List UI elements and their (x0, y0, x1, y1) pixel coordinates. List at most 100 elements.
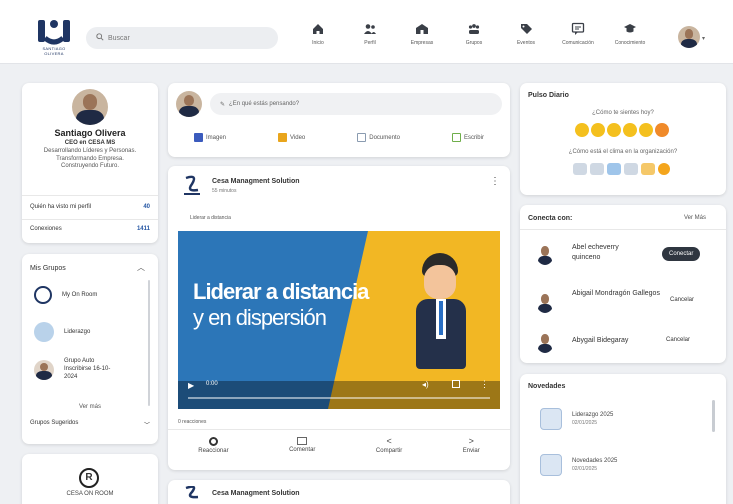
suggestion-avatar[interactable] (536, 243, 554, 265)
add-document-button[interactable]: Documento (357, 133, 400, 142)
logo-text: SANTIAGO OLIVERA (42, 46, 66, 56)
post-author[interactable]: Cesa Managment Solution (212, 178, 300, 185)
post-options-icon[interactable]: ⋮ (490, 176, 500, 187)
company-logo-icon[interactable] (182, 485, 202, 500)
video-player[interactable]: Liderar a distancia y en dispersión ▶ 0:… (178, 231, 500, 409)
profile-card: Santiago Olivera CEO en CESA MS Desarrol… (22, 83, 158, 243)
connections-label: Conexiones (30, 226, 62, 232)
video-progress-bar[interactable] (188, 397, 490, 399)
chevron-down-icon: ﹀ (143, 423, 150, 429)
cloud-icon[interactable] (607, 163, 621, 175)
suggestion-avatar[interactable] (536, 331, 554, 353)
share-icon: < (386, 436, 392, 446)
nav-inicio[interactable]: Inicio (292, 22, 344, 46)
smiling-face-icon[interactable] (639, 123, 653, 137)
connections-row[interactable]: Conexiones 1411 (22, 226, 158, 232)
see-more-groups-link[interactable]: Ver más (22, 404, 158, 410)
news-thumbnail (540, 408, 562, 430)
write-article-button[interactable]: Escribir (451, 133, 484, 142)
cesa-on-room-card[interactable]: R CESA ON ROOM (22, 454, 158, 504)
composer-input[interactable]: ✎ ¿En qué estás pensando? (210, 93, 502, 115)
group-item[interactable]: Liderazgo (34, 322, 90, 342)
post-time: 55 minutos (212, 188, 237, 194)
group-name: Grupo Auto Inscribirse 16-10-2024 (64, 358, 111, 380)
nav-perfil[interactable]: Perfil (344, 22, 396, 46)
suggestion-avatar[interactable] (536, 291, 554, 313)
suggestion-name[interactable]: Abygail Bidegaray (572, 337, 628, 344)
suggestion-name[interactable]: Abigail Mondragón Gallegos (572, 289, 668, 299)
company-logo-icon[interactable] (182, 174, 202, 196)
reactions-count[interactable]: 0 reacciones (178, 419, 206, 425)
divider (168, 429, 510, 430)
partly-sunny-icon[interactable] (641, 163, 655, 175)
add-video-button[interactable]: Video (278, 133, 305, 142)
nav-comunicacion[interactable]: Comunicación (552, 22, 604, 46)
comment-icon (297, 437, 308, 445)
scrollbar[interactable] (148, 280, 150, 406)
react-button[interactable]: Reaccionar (198, 437, 229, 454)
sun-icon[interactable] (658, 163, 670, 175)
comment-button[interactable]: Comentar (289, 437, 315, 454)
share-button[interactable]: < Compartir (376, 436, 402, 455)
profile-name[interactable]: Santiago Olivera (22, 128, 158, 138)
profile-views-count: 40 (143, 204, 150, 210)
scrollbar[interactable] (712, 400, 715, 432)
cancel-button[interactable]: Cancelar (666, 337, 690, 343)
send-icon: > (468, 436, 474, 446)
search-icon (96, 33, 104, 43)
news-item[interactable]: Liderazgo 2025 02/01/2025 (540, 408, 613, 430)
group-avatar (34, 359, 54, 380)
surprised-face-icon[interactable] (607, 123, 621, 137)
graduation-cap-icon (624, 24, 636, 33)
rain-icon[interactable] (624, 163, 638, 175)
fullscreen-icon[interactable] (452, 380, 460, 388)
chevron-down-icon[interactable]: ▾ (702, 35, 705, 42)
profile-views-row[interactable]: Quién ha visto mi perfil 40 (22, 204, 158, 210)
search-placeholder: Buscar (108, 34, 130, 42)
nav-label: Eventos (516, 40, 536, 46)
cancel-button[interactable]: Cancelar (670, 297, 694, 303)
chevron-up-icon[interactable]: ︿ (137, 262, 145, 273)
play-icon[interactable]: ▶ (188, 381, 194, 390)
news-item[interactable]: Novedades 2025 02/01/2025 (540, 454, 617, 476)
group-item[interactable]: My On Room (34, 286, 97, 304)
see-more-connections-link[interactable]: Ver Más (684, 215, 706, 221)
company-logo[interactable]: SANTIAGO OLIVERA (34, 16, 74, 56)
daily-pulse-card: Pulso Diario ¿Cómo te sientes hoy? ¿Cómo… (520, 83, 726, 195)
nav-eventos[interactable]: Eventos (500, 22, 552, 46)
groups-icon (468, 24, 480, 34)
nav-label: Empresas (410, 40, 434, 46)
neutral-face-icon[interactable] (591, 123, 605, 137)
suggested-groups-toggle[interactable]: Grupos Sugeridos ﹀ (30, 420, 150, 429)
suggestion-row: Abel echeverry quinceno Conectar (536, 241, 718, 269)
video-options-icon[interactable]: ⋮ (480, 379, 489, 390)
profile-avatar[interactable] (72, 89, 108, 125)
meh-face-icon[interactable] (623, 123, 637, 137)
post-author[interactable]: Cesa Managment Solution (212, 490, 300, 497)
feed-post: Cesa Managment Solution 55 minutos ⋮ Lid… (168, 166, 510, 470)
composer-avatar[interactable] (176, 91, 202, 117)
post-caption: Liderar a distancia (190, 215, 231, 221)
suggestion-name[interactable]: Abel echeverry quinceno (572, 243, 642, 263)
storm-icon[interactable] (573, 163, 587, 175)
suggestion-row: Abigail Mondragón Gallegos Cancelar (536, 289, 718, 317)
suggestion-row: Abygail Bidegaray Cancelar (536, 329, 718, 357)
groups-card: Mis Grupos ︿ My On Room Liderazgo Grupo … (22, 254, 158, 444)
volume-icon[interactable]: ◂) (422, 380, 429, 389)
send-button[interactable]: > Enviar (462, 436, 480, 455)
search-input[interactable]: Buscar (86, 27, 278, 49)
heart-eyes-face-icon[interactable] (655, 123, 669, 137)
nav-empresas[interactable]: Empresas (396, 22, 448, 46)
news-item-title: Liderazgo 2025 (572, 412, 614, 418)
group-item[interactable]: Grupo Auto Inscribirse 16-10-2024 (34, 358, 114, 381)
connect-button[interactable]: Conectar (662, 247, 701, 261)
add-image-button[interactable]: Imagen (194, 133, 226, 142)
user-avatar[interactable] (678, 26, 700, 48)
pulse-title: Pulso Diario (528, 92, 569, 99)
snow-icon[interactable] (590, 163, 604, 175)
document-icon (357, 133, 367, 142)
nav-grupos[interactable]: Grupos (448, 22, 500, 46)
send-label: Enviar (462, 448, 480, 454)
nav-conocimiento[interactable]: Conocimiento (604, 22, 656, 46)
sad-face-icon[interactable] (575, 123, 589, 137)
